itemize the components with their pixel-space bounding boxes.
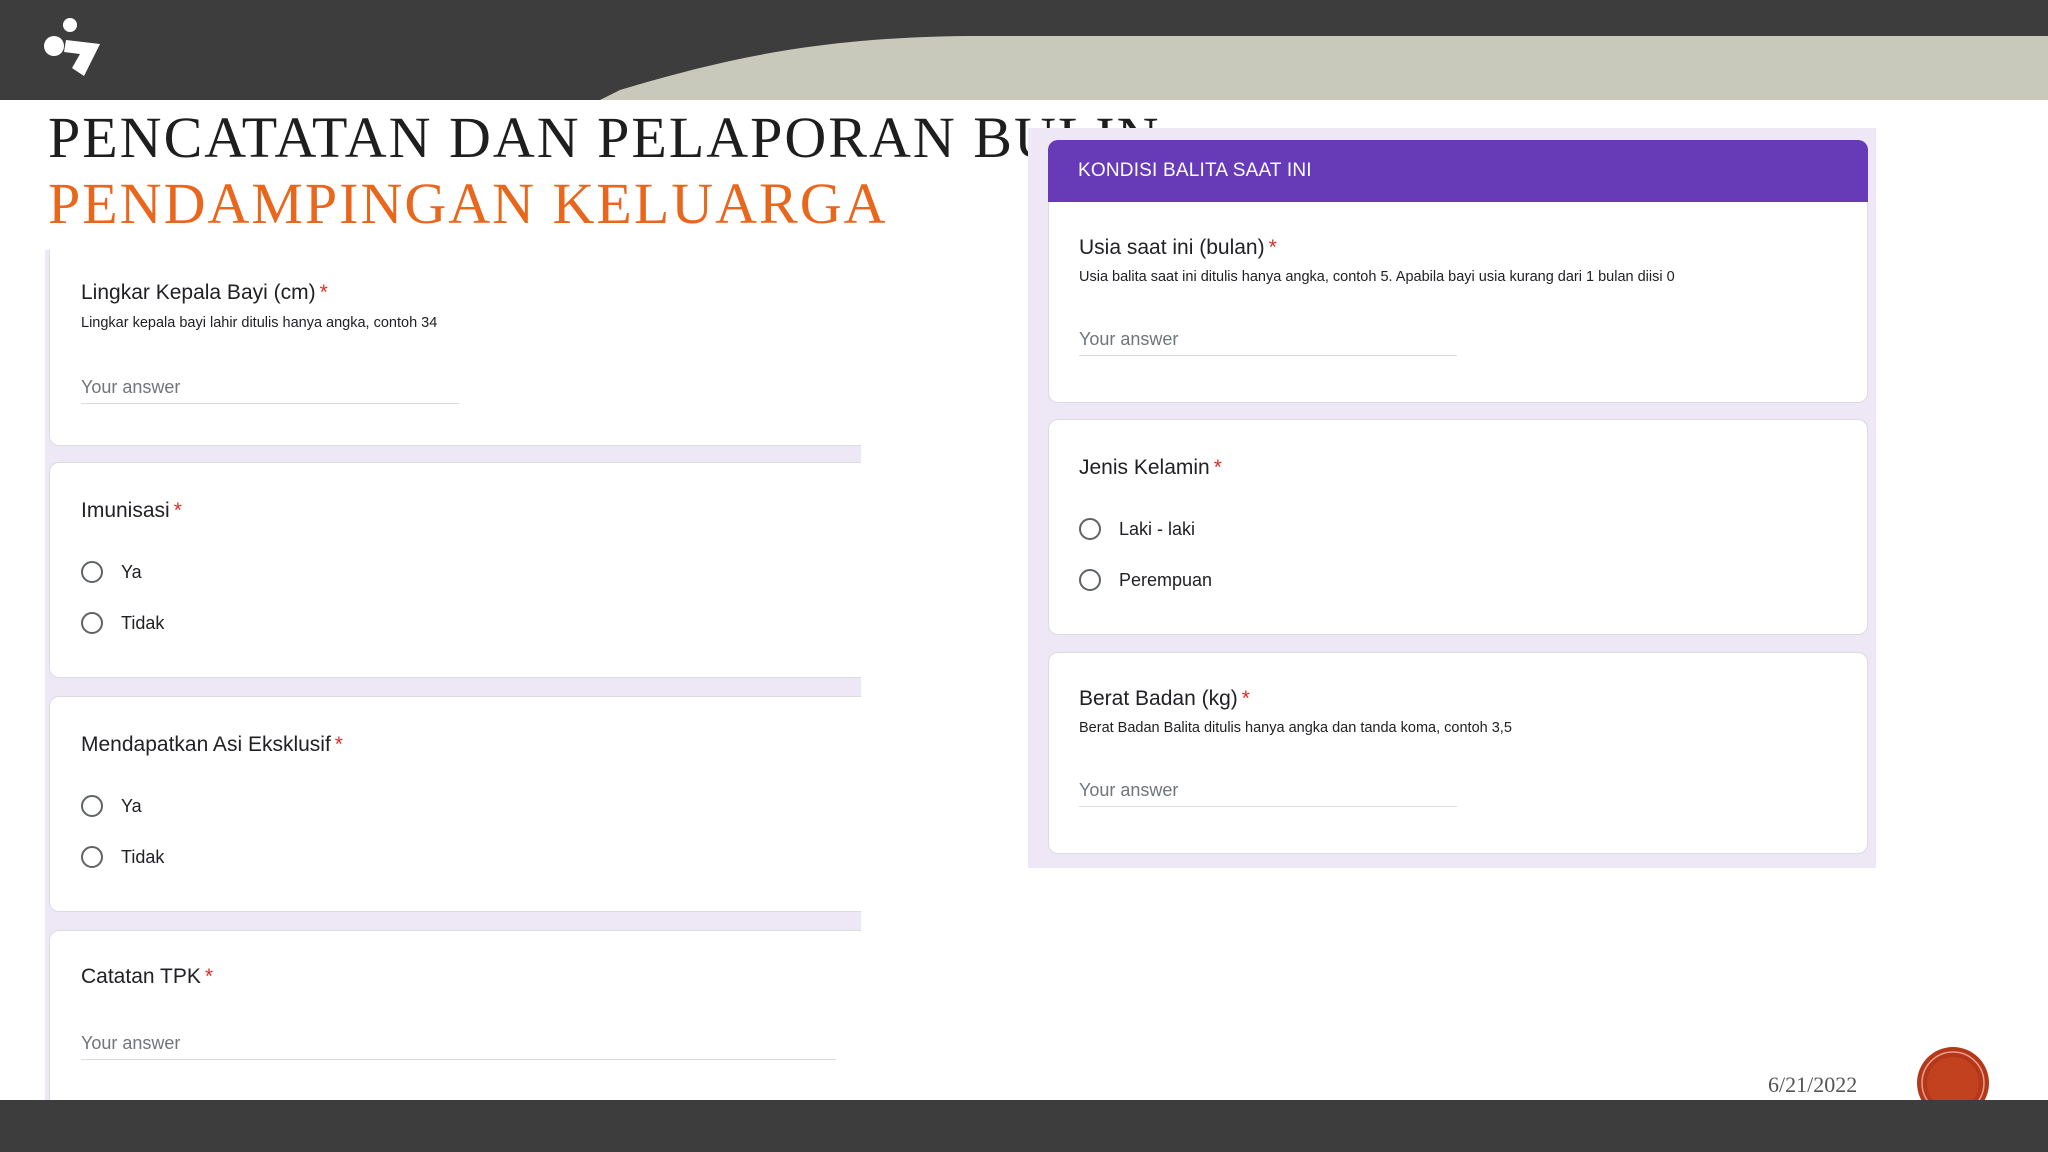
- question-title: Catatan TPK *: [81, 965, 214, 988]
- question-title: Usia saat ini (bulan) *: [1079, 236, 1277, 259]
- section-header: KONDISI BALITA SAAT INI: [1048, 140, 1868, 202]
- right-form-screenshot: KONDISI BALITA SAAT INI Usia saat ini (b…: [1028, 128, 1876, 868]
- question-card-berat: Berat Badan (kg) * Berat Badan Balita dit…: [1048, 652, 1868, 854]
- question-help-text: Berat Badan Balita ditulis hanya angka d…: [1079, 720, 1512, 736]
- question-title: Mendapatkan Asi Eksklusif *: [81, 733, 343, 756]
- radio-option-laki-laki[interactable]: Laki - laki: [1079, 514, 1195, 544]
- required-asterisk: *: [173, 499, 182, 522]
- answer-input[interactable]: Your answer: [1079, 329, 1178, 350]
- question-card-lingkar: Lingkar Kepala Bayi (cm) * Lingkar kepala…: [49, 250, 861, 446]
- required-asterisk: *: [334, 733, 343, 756]
- question-title: Lingkar Kepala Bayi (cm) *: [81, 281, 328, 304]
- left-form-screenshot: Lingkar Kepala Bayi (cm) * Lingkar kepala…: [45, 250, 861, 1100]
- answer-underline: [81, 403, 459, 404]
- slide-title-line2: PENDAMPINGAN KELUARGA: [48, 171, 888, 236]
- required-asterisk: *: [204, 965, 214, 988]
- radio-button[interactable]: [81, 846, 103, 868]
- slide-title-line1: PENCATATAN DAN PELAPORAN BULIN: [48, 105, 1161, 170]
- question-title: Imunisasi *: [81, 499, 182, 522]
- question-card-catatan: Catatan TPK * Your answer: [49, 930, 861, 1100]
- radio-option-tidak[interactable]: Tidak: [81, 842, 164, 872]
- answer-underline: [1079, 355, 1457, 356]
- answer-input[interactable]: Your answer: [1079, 780, 1178, 801]
- radio-option-perempuan[interactable]: Perempuan: [1079, 565, 1212, 595]
- required-asterisk: *: [319, 281, 328, 304]
- question-card-jenis-kelamin: Jenis Kelamin * Laki - laki Perempuan: [1048, 419, 1868, 635]
- required-asterisk: *: [1268, 236, 1277, 259]
- radio-button[interactable]: [81, 561, 103, 583]
- radio-button[interactable]: [81, 612, 103, 634]
- question-card-asi: Mendapatkan Asi Eksklusif * Ya Tidak: [49, 696, 861, 912]
- answer-underline: [81, 1059, 836, 1060]
- radio-option-ya[interactable]: Ya: [81, 791, 142, 821]
- question-title: Jenis Kelamin *: [1079, 456, 1222, 479]
- answer-input[interactable]: Your answer: [81, 1033, 180, 1054]
- required-asterisk: *: [1241, 687, 1250, 710]
- top-banner: [0, 0, 2048, 100]
- radio-option-tidak[interactable]: Tidak: [81, 608, 164, 638]
- question-help-text: Lingkar kepala bayi lahir ditulis hanya …: [81, 315, 438, 331]
- question-card-imunisasi: Imunisasi * Ya Tidak: [49, 462, 861, 678]
- app-logo-icon: [44, 18, 100, 76]
- question-help-text: Usia balita saat ini ditulis hanya angka…: [1079, 269, 1675, 285]
- section-header-title: KONDISI BALITA SAAT INI: [1078, 160, 1312, 181]
- radio-option-ya[interactable]: Ya: [81, 557, 142, 587]
- radio-button[interactable]: [81, 795, 103, 817]
- answer-input[interactable]: Your answer: [81, 377, 180, 398]
- slide-date: 6/21/2022: [1768, 1072, 1858, 1097]
- required-asterisk: *: [1213, 456, 1222, 479]
- radio-button[interactable]: [1079, 569, 1101, 591]
- answer-underline: [1079, 806, 1457, 807]
- question-title: Berat Badan (kg) *: [1079, 687, 1250, 710]
- radio-button[interactable]: [1079, 518, 1101, 540]
- bottom-banner: [0, 1100, 2048, 1152]
- question-card-usia: Usia saat ini (bulan) * Usia balita saat …: [1048, 202, 1868, 403]
